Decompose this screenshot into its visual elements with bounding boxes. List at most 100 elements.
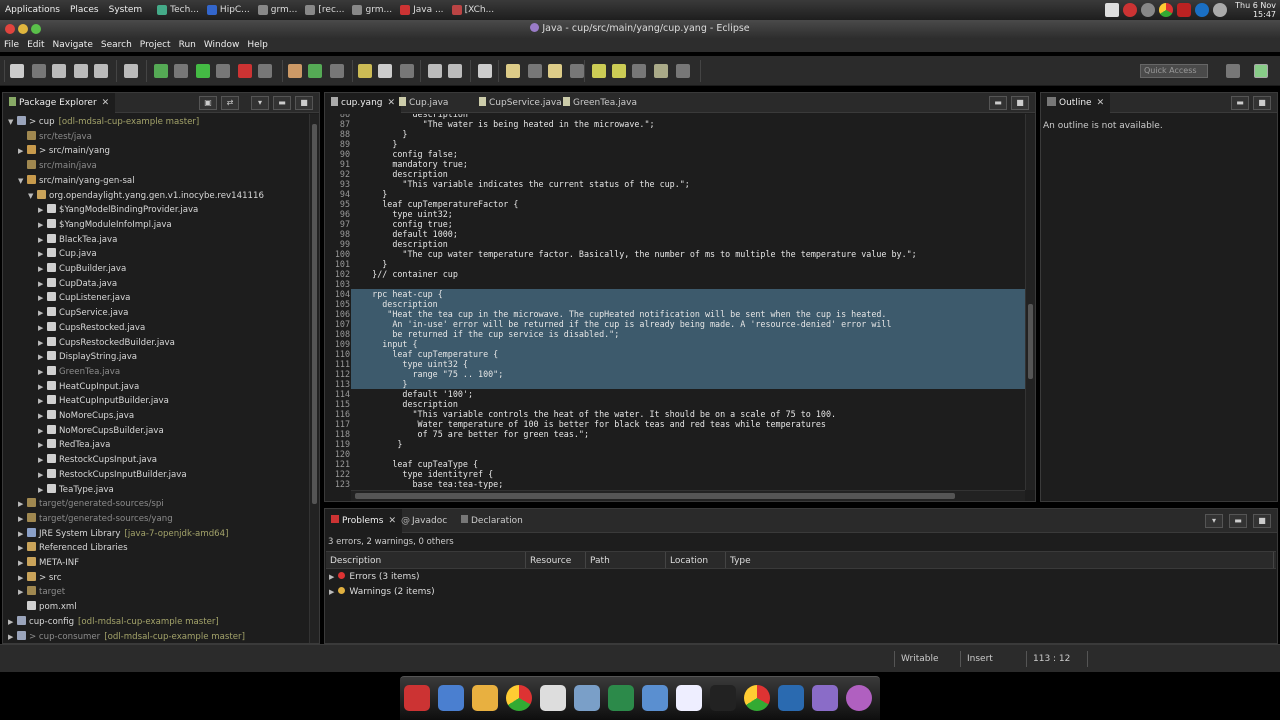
- code-line[interactable]: [351, 449, 1025, 459]
- menu-file[interactable]: File: [0, 40, 23, 50]
- tab-javadoc[interactable]: @ Javadoc: [395, 509, 453, 533]
- code-line[interactable]: }: [351, 439, 1025, 449]
- tree-item[interactable]: ▶ Referenced Libraries: [18, 541, 128, 556]
- collapsed-icon[interactable]: ▶: [38, 468, 47, 483]
- collapsed-icon[interactable]: ▶: [18, 144, 27, 159]
- toolbar-icon[interactable]: [216, 64, 230, 78]
- toolbar-icon[interactable]: [478, 64, 492, 78]
- tree-scrollbar[interactable]: [309, 114, 319, 643]
- collapsed-icon[interactable]: ▶: [18, 556, 27, 571]
- code-line[interactable]: be returned if the cup service is disabl…: [351, 329, 1025, 339]
- code-line[interactable]: type uint32;: [351, 209, 1025, 219]
- anchor-icon[interactable]: [404, 685, 430, 711]
- perspective-icon[interactable]: [1226, 64, 1240, 78]
- tree-item[interactable]: ▶ CupsRestockedBuilder.java: [38, 336, 175, 351]
- code-line[interactable]: }: [351, 379, 1025, 389]
- toolbar-icon[interactable]: [400, 64, 414, 78]
- collapsed-icon[interactable]: ▶: [18, 527, 27, 542]
- toolbar-icon[interactable]: [612, 64, 626, 78]
- collapsed-icon[interactable]: ▶: [38, 394, 47, 409]
- code-line[interactable]: mandatory true;: [351, 159, 1025, 169]
- tree-item[interactable]: ▶ HeatCupInput.java: [38, 380, 139, 395]
- code-line[interactable]: rpc heat-cup {: [351, 289, 1025, 299]
- code-line[interactable]: type uint32 {: [351, 359, 1025, 369]
- eclipse-icon[interactable]: [812, 685, 838, 711]
- toolbar-icon[interactable]: [10, 64, 24, 78]
- toolbar-icon[interactable]: [94, 64, 108, 78]
- toolbar-icon[interactable]: [632, 64, 646, 78]
- code-line[interactable]: [351, 279, 1025, 289]
- tree-item[interactable]: src/main/java: [18, 159, 97, 174]
- tree-item[interactable]: ▶ RestockCupsInput.java: [38, 453, 157, 468]
- minimize-view-button[interactable]: ▬: [1231, 96, 1249, 110]
- tree-item[interactable]: ▼ > cup [odl-mdsal-cup-example master]: [8, 115, 199, 130]
- tree-item[interactable]: ▶ RedTea.java: [38, 438, 110, 453]
- editor-tab[interactable]: CupService.java: [473, 93, 568, 113]
- quill-icon[interactable]: [608, 685, 634, 711]
- code-line[interactable]: description: [351, 299, 1025, 309]
- taskbar-item[interactable]: [rec...: [301, 5, 348, 15]
- collapsed-icon[interactable]: ▶: [18, 541, 27, 556]
- tree-item[interactable]: ▶ $YangModuleInfoImpl.java: [38, 218, 172, 233]
- collapsed-icon[interactable]: ▶: [38, 306, 47, 321]
- calculator-icon[interactable]: [540, 685, 566, 711]
- tray-icon[interactable]: [1105, 3, 1120, 17]
- toolbar-icon[interactable]: [378, 64, 392, 78]
- column-header-type[interactable]: Type: [726, 552, 1274, 568]
- menu-search[interactable]: Search: [97, 40, 136, 50]
- maximize-window-button[interactable]: [31, 24, 41, 34]
- chrome-icon[interactable]: [1159, 3, 1174, 17]
- web-icon[interactable]: [846, 685, 872, 711]
- toolbar-icon[interactable]: [174, 64, 188, 78]
- close-icon[interactable]: ✕: [102, 98, 110, 108]
- column-header-location[interactable]: Location: [666, 552, 726, 568]
- column-header-resource[interactable]: Resource: [526, 552, 586, 568]
- collapsed-icon[interactable]: ▶: [38, 233, 47, 248]
- clock[interactable]: Thu 6 Nov 15:47: [1235, 1, 1276, 19]
- monitor-icon[interactable]: [642, 685, 668, 711]
- expanded-icon[interactable]: ▼: [18, 174, 27, 189]
- maximize-view-button[interactable]: ■: [1253, 96, 1271, 110]
- collapsed-icon[interactable]: ▶: [38, 409, 47, 424]
- code-line[interactable]: }// container cup: [351, 269, 1025, 279]
- view-menu-button[interactable]: ▾: [1205, 514, 1223, 528]
- collapsed-icon[interactable]: ▶: [38, 203, 47, 218]
- collapsed-icon[interactable]: ▶: [38, 424, 47, 439]
- maximize-view-button[interactable]: ■: [295, 96, 313, 110]
- tree-item[interactable]: ▶ $YangModelBindingProvider.java: [38, 203, 198, 218]
- code-line[interactable]: "This variable indicates the current sta…: [351, 179, 1025, 189]
- menu-navigate[interactable]: Navigate: [49, 40, 97, 50]
- menu-edit[interactable]: Edit: [23, 40, 48, 50]
- collapsed-icon[interactable]: ▶: [18, 585, 27, 600]
- tree-item[interactable]: ▶ cup-config [odl-mdsal-cup-example master…: [8, 615, 219, 630]
- collapsed-icon[interactable]: ▶: [8, 630, 17, 644]
- tree-item[interactable]: ▶ NoMoreCups.java: [38, 409, 134, 424]
- quick-access-field[interactable]: Quick Access: [1140, 64, 1208, 78]
- tree-item[interactable]: ▶ Cup.java: [38, 247, 97, 262]
- minimize-editor-button[interactable]: ▬: [989, 96, 1007, 110]
- toolbar-icon[interactable]: [154, 64, 168, 78]
- tray-icon[interactable]: [1123, 3, 1138, 17]
- minimize-view-button[interactable]: ▬: [1229, 514, 1247, 528]
- hp-icon[interactable]: [1195, 3, 1210, 17]
- column-header-path[interactable]: Path: [586, 552, 666, 568]
- tree-item[interactable]: src/test/java: [18, 130, 92, 145]
- taskbar-item[interactable]: Tech...: [153, 5, 203, 15]
- code-line[interactable]: description: [351, 169, 1025, 179]
- collapsed-icon[interactable]: ▶: [38, 277, 47, 292]
- editor-hscrollbar[interactable]: [351, 490, 1025, 501]
- tree-item[interactable]: ▶ CupsRestocked.java: [38, 321, 145, 336]
- toolbar-icon[interactable]: [654, 64, 668, 78]
- toolbar-icon[interactable]: [258, 64, 272, 78]
- menu-project[interactable]: Project: [136, 40, 175, 50]
- chrome-icon[interactable]: [506, 685, 532, 711]
- tree-item[interactable]: ▶ CupData.java: [38, 277, 117, 292]
- toolbar-icon[interactable]: [238, 64, 252, 78]
- code-line[interactable]: }: [351, 139, 1025, 149]
- code-line[interactable]: "This variable controls the heat of the …: [351, 409, 1025, 419]
- editor-tab[interactable]: Cup.java: [393, 93, 454, 113]
- code-line[interactable]: Water temperature of 100 is better for b…: [351, 419, 1025, 429]
- tree-item[interactable]: ▶ DisplayString.java: [38, 350, 137, 365]
- tab-problems[interactable]: Problems ✕: [325, 509, 403, 533]
- tree-item[interactable]: ▶ JRE System Library [java-7-openjdk-amd64…: [18, 527, 228, 542]
